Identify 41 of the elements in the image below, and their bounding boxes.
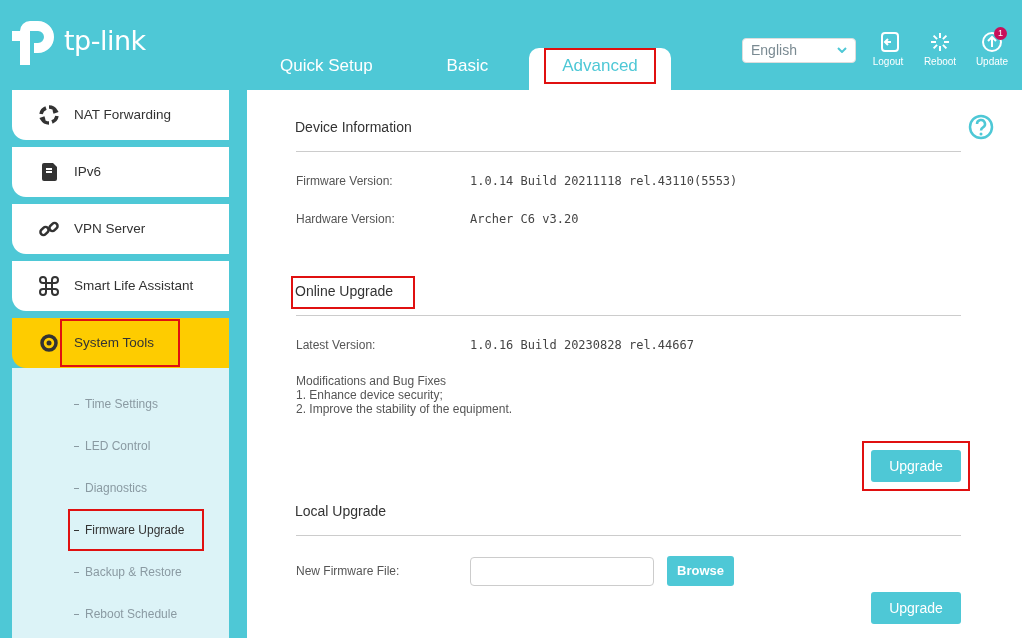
field-label: Latest Version: [296, 337, 377, 354]
section-title: Device Information [294, 118, 413, 137]
language-select[interactable]: English [742, 37, 856, 63]
sync-icon [38, 104, 60, 126]
submenu-item[interactable]: Firmware Upgrade [12, 509, 229, 551]
header-action-button[interactable]: Reboot [920, 31, 960, 69]
upgrade-button[interactable]: Upgrade [871, 450, 961, 482]
sidebar-item[interactable]: Smart Life Assistant [12, 261, 229, 311]
sidebar-item[interactable]: NAT Forwarding [12, 90, 229, 140]
upload-icon [981, 31, 1003, 53]
section-title: Online Upgrade [293, 278, 414, 307]
nav-tab[interactable]: Basic [413, 48, 522, 90]
submenu-item[interactable]: Time Settings [12, 383, 229, 425]
submenu-item[interactable]: Backup & Restore [12, 551, 229, 593]
field-value: 1.0.16 Build 20230828 rel.44667 [470, 337, 694, 354]
browse-button[interactable]: Browse [667, 556, 734, 586]
field-label: Firmware Version: [296, 173, 394, 190]
notification-badge: 1 [994, 27, 1007, 40]
upgrade-button[interactable]: Upgrade [871, 592, 961, 624]
field-value: Archer C6 v3.20 [470, 211, 579, 228]
submenu-item[interactable]: Reboot Schedule [12, 593, 229, 635]
header-action-button[interactable]: Logout [868, 31, 908, 69]
command-icon [38, 275, 60, 297]
section-title: Local Upgrade [294, 502, 388, 521]
logo-text: tp-link [64, 23, 146, 58]
release-notes: Modifications and Bug Fixes 1. Enhance device security; 2. Improve the stability of the equipment. [296, 374, 514, 416]
submenu-item[interactable]: LED Control [12, 425, 229, 467]
sidebar-item[interactable]: System Tools [12, 318, 229, 368]
file-path-field[interactable] [470, 556, 654, 586]
submenu-item[interactable]: Diagnostics [12, 467, 229, 509]
chevron-icon [837, 47, 847, 53]
field-label: Hardware Version: [296, 211, 396, 228]
gear-icon [38, 332, 60, 354]
field-label: New Firmware File: [296, 563, 401, 580]
help-icon[interactable] [968, 114, 994, 140]
sidebar-item[interactable]: IPv6 [12, 147, 229, 197]
reboot-icon [929, 31, 951, 53]
nav-tab[interactable]: Advanced [529, 48, 671, 90]
sidebar-item[interactable]: VPN Server [12, 204, 229, 254]
field-value: 1.0.14 Build 20211118 rel.43110(5553) [470, 173, 738, 190]
nav-tab[interactable]: Quick Setup [247, 48, 406, 90]
